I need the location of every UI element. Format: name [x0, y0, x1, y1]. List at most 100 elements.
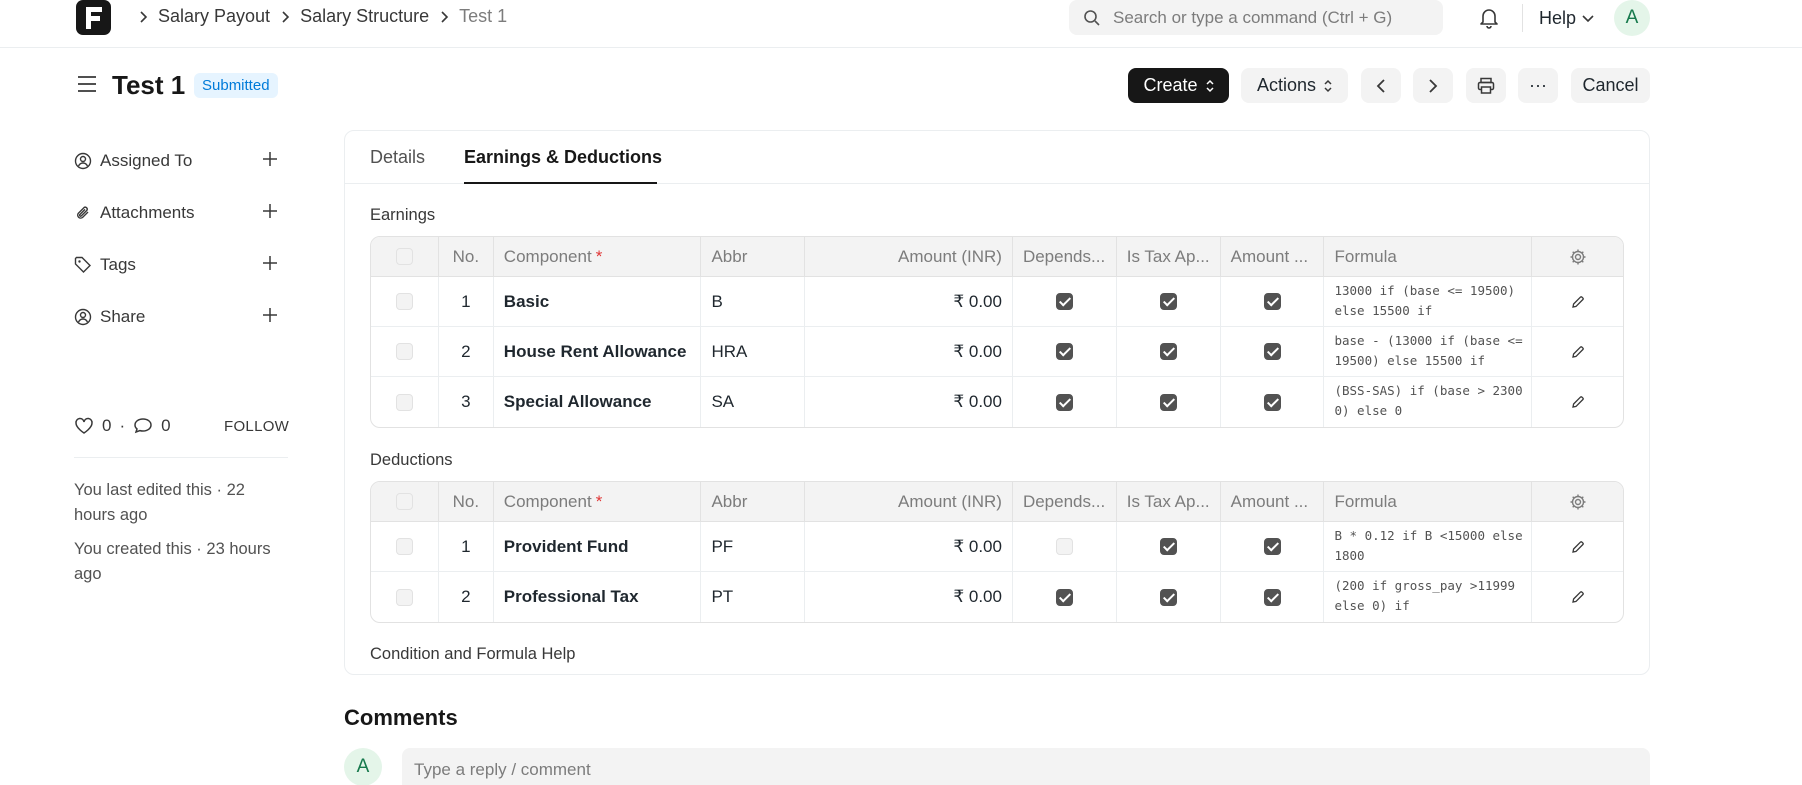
help-dropdown[interactable]: Help — [1539, 8, 1594, 29]
row-amount[interactable]: ₹ 0.00 — [805, 572, 1013, 622]
search-input[interactable] — [1113, 7, 1433, 28]
plus-icon[interactable] — [262, 255, 278, 271]
gear-icon[interactable] — [1569, 493, 1587, 511]
heart-icon[interactable] — [74, 417, 94, 435]
is-tax-checkbox[interactable] — [1159, 538, 1177, 555]
actions-button[interactable]: Actions — [1241, 68, 1348, 103]
previous-doc-button[interactable] — [1361, 68, 1401, 103]
select-all-checkbox[interactable] — [395, 248, 413, 265]
row-component[interactable]: Provident Fund — [494, 522, 702, 571]
row-no: 2 — [439, 327, 494, 376]
breadcrumb-current[interactable]: Test 1 — [459, 6, 507, 27]
sidebar-assigned-to[interactable]: Assigned To — [74, 146, 288, 176]
is-tax-checkbox[interactable] — [1159, 588, 1177, 606]
depends-checkbox[interactable] — [1055, 538, 1073, 555]
row-checkbox[interactable] — [395, 588, 413, 606]
edit-pencil-icon[interactable] — [1571, 295, 1585, 309]
plus-icon[interactable] — [262, 203, 278, 219]
row-abbr[interactable]: SA — [701, 377, 806, 427]
row-select-cell — [371, 377, 439, 427]
sidebar-tags[interactable]: Tags — [74, 250, 288, 280]
cancel-button[interactable]: Cancel — [1571, 68, 1650, 103]
edit-pencil-icon[interactable] — [1571, 540, 1585, 554]
comment-icon[interactable] — [133, 417, 153, 435]
row-abbr[interactable]: B — [701, 277, 806, 326]
condition-formula-help-link[interactable]: Condition and Formula Help — [370, 645, 575, 664]
table-row[interactable]: 2 Professional Tax PT ₹ 0.00 (200 if gro… — [371, 572, 1623, 622]
navbar: Salary Payout Salary Structure Test 1 He… — [0, 0, 1802, 48]
comment-box[interactable] — [402, 748, 1650, 785]
amount-based-checkbox[interactable] — [1263, 343, 1281, 360]
is-tax-checkbox[interactable] — [1159, 293, 1177, 310]
amount-based-checkbox[interactable] — [1263, 393, 1281, 411]
row-formula-cell[interactable]: (200 if gross_pay >11999 else 0) if — [1324, 572, 1533, 622]
row-formula-cell[interactable]: base - (13000 if (base <= 19500) else 15… — [1324, 327, 1533, 376]
depends-checkbox[interactable] — [1055, 588, 1073, 606]
row-amount[interactable]: ₹ 0.00 — [805, 377, 1013, 427]
breadcrumb-salary-payout[interactable]: Salary Payout — [158, 6, 270, 27]
row-amount[interactable]: ₹ 0.00 — [805, 327, 1013, 376]
row-formula-cell[interactable]: (BSS-SAS) if (base > 23000) else 0 — [1324, 377, 1533, 427]
header-component: Component * — [494, 482, 702, 521]
row-component[interactable]: Basic — [494, 277, 702, 326]
create-button[interactable]: Create — [1128, 68, 1229, 103]
user-plus-icon — [74, 152, 92, 170]
edit-pencil-icon[interactable] — [1571, 345, 1585, 359]
print-button[interactable] — [1466, 68, 1506, 103]
row-formula-cell[interactable]: B * 0.12 if B <15000 else 1800 — [1324, 522, 1533, 571]
amount-based-checkbox[interactable] — [1263, 588, 1281, 606]
row-formula: base - (13000 if (base <= 19500) else 15… — [1334, 333, 1523, 368]
sidebar-toggle-icon[interactable] — [77, 75, 97, 98]
depends-checkbox[interactable] — [1055, 393, 1073, 411]
user-avatar[interactable]: A — [1614, 0, 1650, 36]
depends-checkbox[interactable] — [1055, 343, 1073, 360]
is-tax-checkbox[interactable] — [1159, 343, 1177, 360]
row-checkbox[interactable] — [395, 538, 413, 555]
tab-earnings-deductions[interactable]: Earnings & Deductions — [464, 147, 662, 168]
sidebar-share[interactable]: Share — [74, 302, 288, 332]
gear-icon[interactable] — [1569, 248, 1587, 266]
breadcrumb-salary-structure[interactable]: Salary Structure — [300, 6, 429, 27]
sidebar-attachments[interactable]: Attachments — [74, 198, 288, 228]
row-abbr[interactable]: PF — [701, 522, 806, 571]
row-abbr[interactable]: HRA — [701, 327, 806, 376]
next-doc-button[interactable] — [1413, 68, 1453, 103]
row-checkbox[interactable] — [395, 393, 413, 411]
notification-bell-icon[interactable] — [1478, 6, 1500, 35]
table-row[interactable]: 1 Basic B ₹ 0.00 13000 if (base <= 19500… — [371, 277, 1623, 327]
more-options-button[interactable]: ··· — [1518, 68, 1558, 103]
row-formula-cell[interactable]: 13000 if (base <= 19500) else 15500 if — [1324, 277, 1533, 326]
comment-input[interactable] — [414, 760, 1638, 780]
row-no: 2 — [439, 572, 494, 622]
amount-based-checkbox[interactable] — [1263, 538, 1281, 555]
row-abbr[interactable]: PT — [701, 572, 806, 622]
follow-button[interactable]: FOLLOW — [224, 418, 289, 435]
row-amount-based-cell — [1221, 522, 1325, 571]
edit-pencil-icon[interactable] — [1571, 590, 1585, 604]
select-all-checkbox[interactable] — [395, 493, 413, 510]
edit-pencil-icon[interactable] — [1571, 395, 1585, 409]
is-tax-checkbox[interactable] — [1159, 393, 1177, 411]
search-bar[interactable] — [1069, 0, 1443, 35]
table-row[interactable]: 1 Provident Fund PF ₹ 0.00 B * 0.12 if B… — [371, 522, 1623, 572]
table-row[interactable]: 2 House Rent Allowance HRA ₹ 0.00 base -… — [371, 327, 1623, 377]
separator-dot: · — [119, 416, 126, 435]
row-is-tax-cell — [1117, 522, 1221, 571]
depends-checkbox[interactable] — [1055, 293, 1073, 310]
row-component[interactable]: House Rent Allowance — [494, 327, 702, 376]
app-logo[interactable] — [76, 0, 111, 35]
header-depends: Depends... — [1013, 237, 1117, 276]
amount-based-checkbox[interactable] — [1263, 293, 1281, 310]
row-checkbox[interactable] — [395, 343, 413, 360]
row-component[interactable]: Professional Tax — [494, 572, 702, 622]
tab-details[interactable]: Details — [370, 147, 425, 168]
created-text: You created this · 23 hours ago — [74, 540, 271, 583]
row-amount[interactable]: ₹ 0.00 — [805, 277, 1013, 326]
row-no: 3 — [439, 377, 494, 427]
row-component[interactable]: Special Allowance — [494, 377, 702, 427]
plus-icon[interactable] — [262, 151, 278, 167]
row-checkbox[interactable] — [395, 293, 413, 310]
row-amount[interactable]: ₹ 0.00 — [805, 522, 1013, 571]
plus-icon[interactable] — [262, 307, 278, 323]
table-row[interactable]: 3 Special Allowance SA ₹ 0.00 (BSS-SAS) … — [371, 377, 1623, 427]
